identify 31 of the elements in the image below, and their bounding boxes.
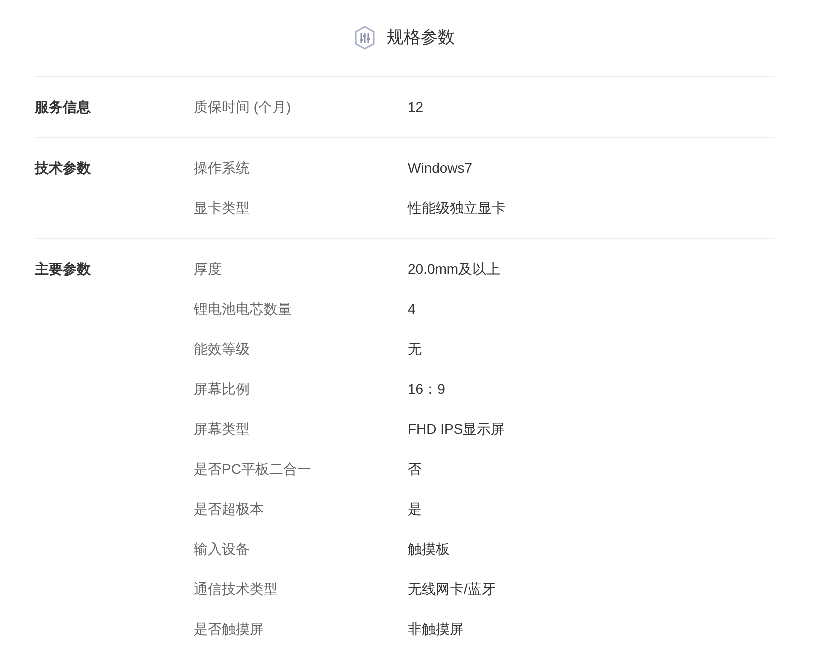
spec-value: 否 [408, 460, 422, 478]
spec-name: 屏幕类型 [194, 420, 250, 436]
spec-name: 是否触摸屏 [194, 620, 264, 636]
spec-value: 无 [408, 340, 422, 358]
group-label: 主要参数 [35, 260, 91, 278]
spec-value: 4 [408, 300, 416, 318]
spec-value: FHD IPS显示屏 [408, 420, 506, 438]
section-title: 规格参数 [387, 27, 455, 50]
spec-value: 12 [408, 98, 424, 116]
spec-name: 屏幕比例 [194, 380, 250, 396]
spec-name: 显卡类型 [194, 200, 250, 216]
spec-value: 20.0mm及以上 [408, 260, 501, 278]
spec-value: Windows7 [408, 158, 473, 178]
spec-name: 通信技术类型 [194, 580, 278, 596]
spec-name: 是否超极本 [194, 500, 264, 516]
spec-name: 能效等级 [194, 340, 250, 356]
spec-value: 16：9 [408, 380, 446, 398]
spec-value: 性能级独立显卡 [408, 198, 506, 218]
spec-name: 输入设备 [194, 540, 250, 556]
spec-value: 非触摸屏 [408, 620, 464, 638]
spec-name: 厚度 [194, 260, 222, 276]
spec-value: 触摸板 [408, 540, 450, 558]
group-label: 技术参数 [35, 158, 91, 178]
spec-value: 无线网卡/蓝牙 [408, 580, 496, 598]
spec-name: 质保时间 (个月) [194, 98, 292, 114]
spec-name: 锂电池电芯数量 [194, 300, 292, 316]
spec-name: 操作系统 [194, 160, 250, 176]
spec-name: 是否PC平板二合一 [194, 460, 312, 476]
sliders-icon [355, 26, 375, 50]
group-label: 服务信息 [35, 98, 91, 116]
spec-value: 是 [408, 500, 422, 518]
